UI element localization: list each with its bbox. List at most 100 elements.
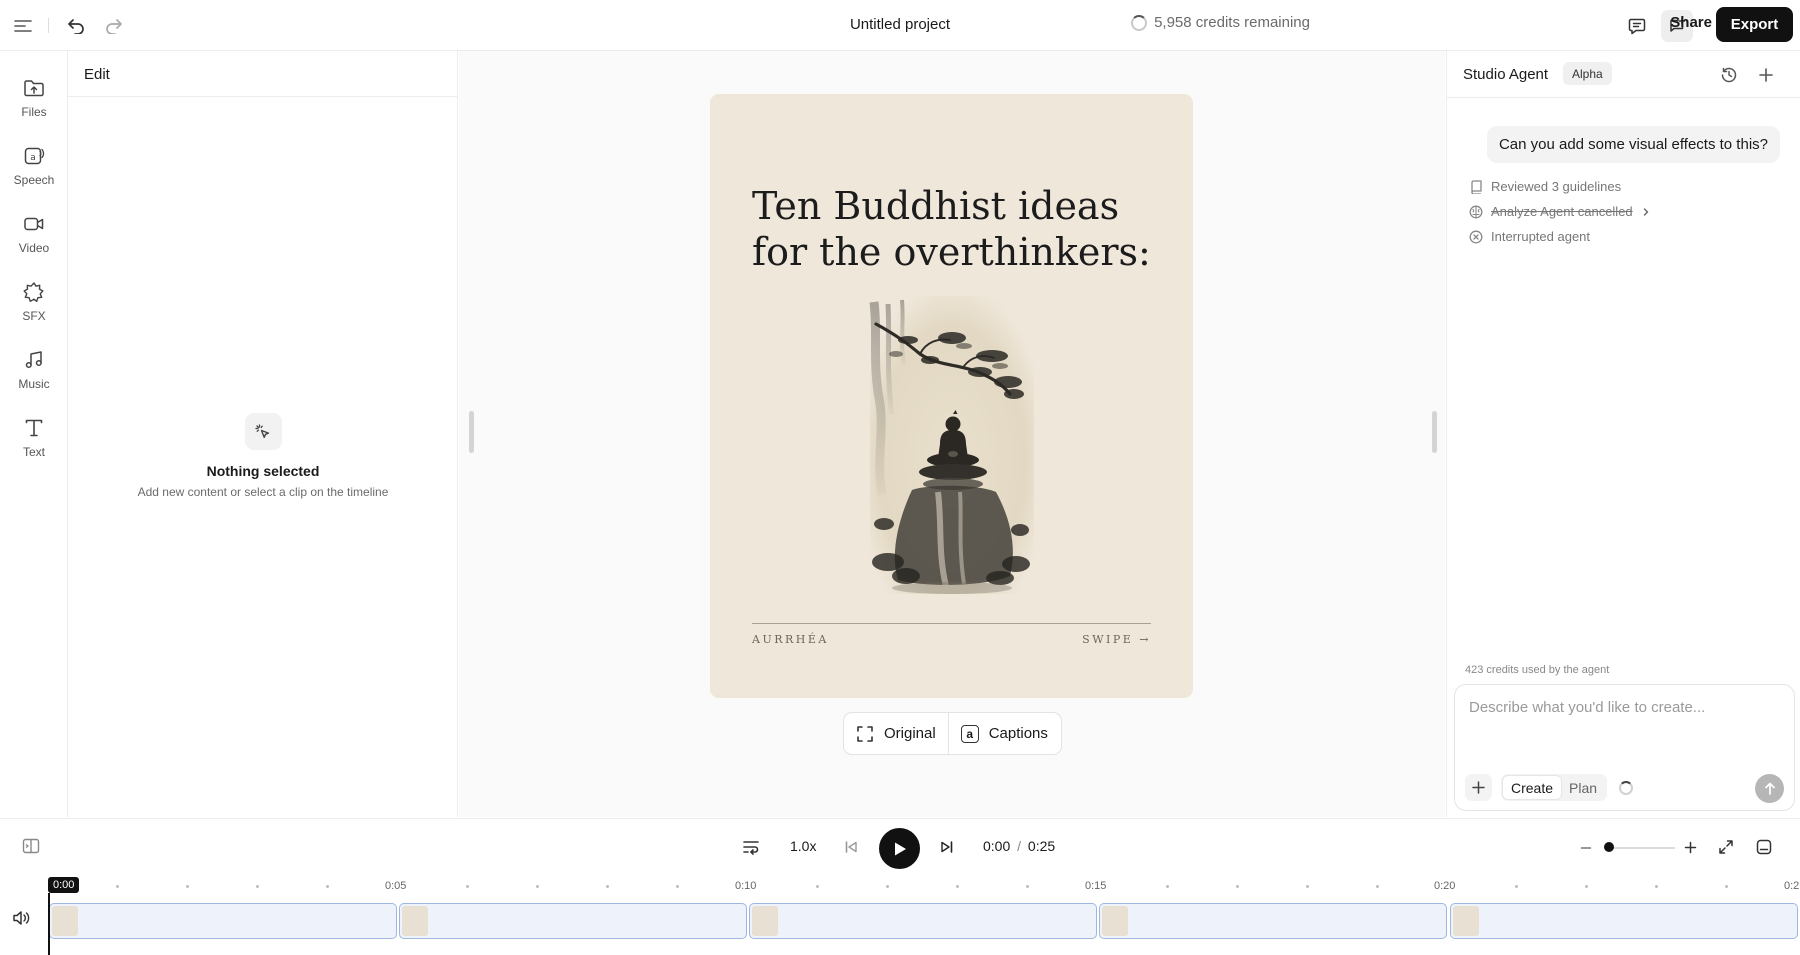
agent-step-list: Reviewed 3 guidelines Analyze Agent canc… bbox=[1469, 174, 1651, 249]
timeline-clip[interactable] bbox=[49, 903, 397, 939]
rail-item-label: Text bbox=[22, 445, 45, 459]
ruler-dot bbox=[1376, 885, 1379, 888]
playback-speed[interactable]: 1.0x bbox=[790, 838, 816, 854]
loop-icon[interactable] bbox=[742, 839, 760, 855]
studio-agent-panel: Studio Agent Alpha Can you add some visu… bbox=[1446, 51, 1800, 817]
edit-panel-title: Edit bbox=[68, 51, 457, 97]
cursor-click-icon bbox=[244, 413, 282, 450]
ruler-tick-label: 0:05 bbox=[385, 880, 407, 892]
play-button[interactable] bbox=[879, 828, 920, 869]
rail-item-sfx[interactable]: SFX bbox=[0, 272, 68, 334]
empty-state-subtitle: Add new content or select a clip on the … bbox=[137, 485, 389, 499]
rail-item-label: Video bbox=[18, 241, 50, 255]
share-button[interactable]: Share bbox=[1670, 14, 1712, 31]
rail-item-label: SFX bbox=[22, 309, 46, 323]
project-title[interactable]: Untitled project bbox=[850, 16, 950, 33]
agent-composer: Describe what you'd like to create... Cr… bbox=[1454, 684, 1795, 811]
ruler-dot bbox=[1166, 885, 1169, 888]
rail-item-speech[interactable]: a Speech bbox=[0, 136, 68, 198]
ruler-tick-label: 0:10 bbox=[735, 880, 757, 892]
edit-panel: Edit Nothing selected Add new content or… bbox=[68, 51, 458, 817]
agent-step: Interrupted agent bbox=[1469, 224, 1651, 249]
right-resize-handle[interactable] bbox=[1432, 411, 1437, 453]
ruler-dot bbox=[1026, 885, 1029, 888]
mode-plan-button[interactable]: Plan bbox=[1561, 776, 1605, 799]
captions-view-label: Captions bbox=[988, 725, 1048, 742]
playhead-line[interactable] bbox=[48, 893, 50, 955]
history-icon[interactable] bbox=[1717, 63, 1741, 87]
timeline-clip[interactable] bbox=[1450, 903, 1798, 939]
ruler-dot bbox=[1655, 885, 1658, 888]
export-button[interactable]: Export bbox=[1716, 7, 1793, 42]
ruler-dot bbox=[1585, 885, 1588, 888]
agent-step-text: Analyze Agent cancelled bbox=[1491, 204, 1633, 219]
empty-state: Nothing selected Add new content or sele… bbox=[68, 413, 458, 499]
loading-spinner-icon bbox=[1619, 781, 1633, 795]
ruler-dot bbox=[816, 885, 819, 888]
timeline-clip[interactable] bbox=[749, 903, 1097, 939]
zoom-slider-knob[interactable] bbox=[1604, 842, 1614, 852]
mode-create-button[interactable]: Create bbox=[1503, 776, 1562, 799]
attach-plus-icon[interactable] bbox=[1465, 774, 1492, 801]
skip-forward-icon[interactable] bbox=[940, 840, 954, 854]
slide-brand: AURRHÉA bbox=[752, 633, 829, 646]
split-view-icon[interactable] bbox=[22, 838, 40, 854]
playhead-label[interactable]: 0:00 bbox=[48, 877, 80, 893]
play-icon bbox=[894, 842, 906, 855]
agent-step-expandable[interactable]: Analyze Agent cancelled bbox=[1469, 199, 1651, 224]
rail-item-music[interactable]: Music bbox=[0, 340, 68, 402]
redo-icon[interactable] bbox=[101, 13, 127, 39]
zoom-slider[interactable] bbox=[1607, 847, 1675, 849]
slide-swipe-hint: SWIPE → bbox=[1082, 633, 1151, 646]
zoom-out-icon[interactable] bbox=[1580, 842, 1592, 854]
clip-thumbnail bbox=[1453, 906, 1479, 936]
rail-item-video[interactable]: Video bbox=[0, 204, 68, 266]
sfx-burst-icon bbox=[23, 279, 45, 305]
timeline-panel-icon[interactable] bbox=[1756, 839, 1772, 855]
ruler-tick-label: 0:2 bbox=[1784, 880, 1800, 892]
captions-icon: a bbox=[960, 724, 979, 743]
clip-thumbnail bbox=[52, 906, 78, 936]
send-arrow-icon[interactable] bbox=[1755, 774, 1784, 803]
alpha-badge: Alpha bbox=[1563, 62, 1612, 85]
expand-icon[interactable] bbox=[1718, 839, 1734, 855]
ruler-dot bbox=[536, 885, 539, 888]
ruler-dot bbox=[256, 885, 259, 888]
current-time: 0:00 bbox=[983, 838, 1011, 854]
svg-text:a: a bbox=[30, 153, 36, 163]
book-icon bbox=[1469, 179, 1483, 194]
left-resize-handle[interactable] bbox=[469, 411, 474, 453]
rail-item-text[interactable]: Text bbox=[0, 408, 68, 470]
skip-back-icon[interactable] bbox=[844, 840, 858, 854]
timeline-ruler[interactable] bbox=[0, 875, 1800, 895]
captions-view-button[interactable]: a Captions bbox=[947, 713, 1060, 754]
comments-icon[interactable] bbox=[1621, 10, 1653, 42]
prompt-input[interactable]: Describe what you'd like to create... bbox=[1469, 699, 1705, 716]
timeline-clip[interactable] bbox=[399, 903, 747, 939]
menu-icon[interactable] bbox=[10, 13, 36, 39]
buddha-ink-illustration bbox=[868, 294, 1036, 596]
timeline-clip[interactable] bbox=[1099, 903, 1447, 939]
ruler-dot bbox=[1725, 885, 1728, 888]
top-bar: Untitled project 5,958 credits remaining… bbox=[0, 0, 1800, 51]
new-chat-plus-icon[interactable] bbox=[1754, 63, 1778, 87]
user-message-bubble: Can you add some visual effects to this? bbox=[1486, 126, 1780, 163]
agent-step-text: Reviewed 3 guidelines bbox=[1491, 179, 1622, 194]
agent-step-text: Interrupted agent bbox=[1491, 229, 1591, 244]
original-view-button[interactable]: Original bbox=[844, 713, 948, 754]
rail-item-files[interactable]: Files bbox=[0, 68, 68, 130]
ruler-dot bbox=[1236, 885, 1239, 888]
slide-divider bbox=[752, 623, 1151, 624]
undo-icon[interactable] bbox=[63, 13, 89, 39]
clip-thumbnail bbox=[402, 906, 428, 936]
agent-step: Reviewed 3 guidelines bbox=[1469, 174, 1651, 199]
toolbar-divider bbox=[48, 18, 49, 33]
time-separator: / bbox=[1017, 838, 1022, 854]
clip-thumbnail bbox=[1102, 906, 1128, 936]
canvas-slide[interactable]: Ten Buddhist ideas for the overthinkers: bbox=[710, 94, 1193, 698]
track-volume-icon[interactable] bbox=[12, 910, 30, 926]
ruler-tick-label: 0:15 bbox=[1085, 880, 1107, 892]
ruler-dot bbox=[1515, 885, 1518, 888]
zoom-in-icon[interactable] bbox=[1684, 841, 1697, 854]
credits-label: 5,958 credits remaining bbox=[1154, 14, 1310, 31]
